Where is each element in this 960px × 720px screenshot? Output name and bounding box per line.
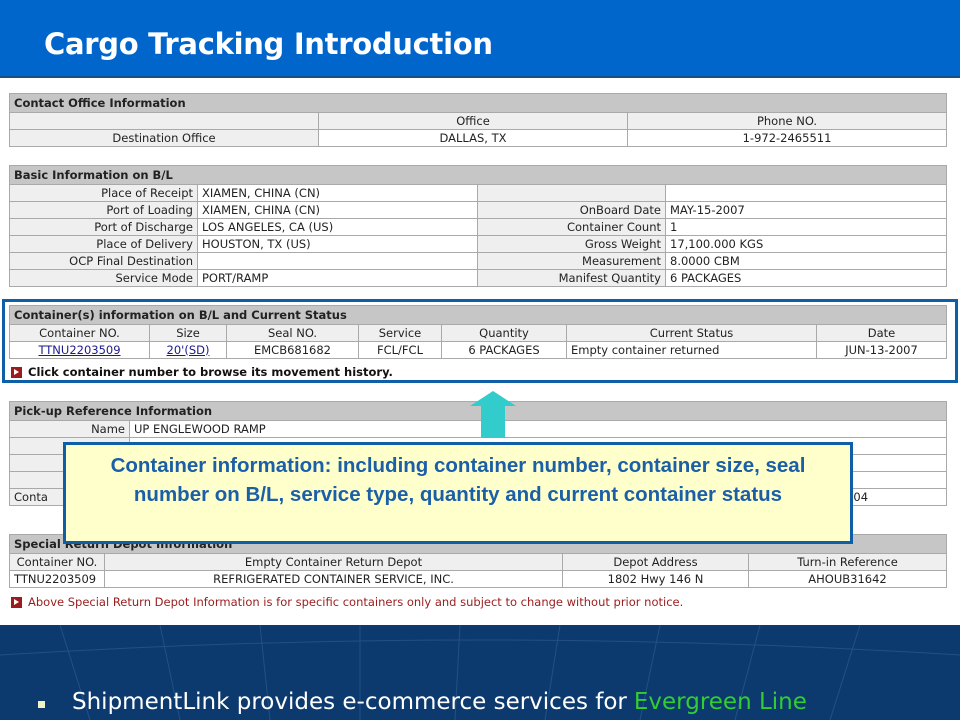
field-value: XIAMEN, CHINA (CN) bbox=[197, 201, 478, 219]
quantity: 6 PACKAGES bbox=[441, 341, 567, 359]
container-number: TTNU2203509 bbox=[9, 570, 105, 588]
column-header: Office bbox=[318, 112, 628, 130]
current-status: Empty container returned bbox=[566, 341, 817, 359]
field-label bbox=[477, 184, 666, 202]
field-label: Manifest Quantity bbox=[477, 269, 666, 287]
arrow-bullet-icon bbox=[11, 596, 22, 608]
field-label: Port of Discharge bbox=[9, 218, 198, 236]
bullet-square-icon bbox=[38, 700, 45, 708]
field-label: Port of Loading bbox=[9, 201, 198, 219]
field-label: Place of Receipt bbox=[9, 184, 198, 202]
section-title: Contact Office Information bbox=[8, 93, 948, 113]
column-header: Phone NO. bbox=[626, 112, 948, 130]
field-value: MAY-15-2007 bbox=[664, 201, 948, 219]
slide-title-bar: Cargo Tracking Introduction bbox=[0, 0, 960, 78]
depot-address: 1802 Hwy 146 N bbox=[562, 570, 749, 588]
column-header: Service bbox=[358, 324, 442, 342]
brand-name: Evergreen Line bbox=[633, 689, 807, 715]
footer-text: ShipmentLink provides e-commerce service… bbox=[72, 689, 627, 715]
field-value: LOS ANGELES, CA (US) bbox=[197, 218, 478, 236]
field-label: Container Count bbox=[477, 218, 666, 236]
callout-text: Container information: including contain… bbox=[110, 454, 806, 506]
special-return-note: Above Special Return Depot Information i… bbox=[11, 595, 683, 609]
office-value: DALLAS, TX bbox=[318, 129, 628, 147]
section-title: Container(s) information on B/L and Curr… bbox=[8, 305, 948, 325]
container-note: Click container number to browse its mov… bbox=[11, 365, 393, 379]
table-row: Place of Delivery HOUSTON, TX (US) Gross… bbox=[9, 235, 948, 253]
field-label: Measurement bbox=[477, 252, 666, 270]
table-row: Port of Discharge LOS ANGELES, CA (US) C… bbox=[9, 218, 948, 236]
turn-in-reference: AHOUB31642 bbox=[747, 570, 948, 588]
screenshot-area: Contact Office Information Office Phone … bbox=[0, 80, 960, 625]
field-label: Name bbox=[9, 420, 130, 438]
table-row: Service Mode PORT/RAMP Manifest Quantity… bbox=[9, 269, 948, 287]
column-header: Current Status bbox=[566, 324, 817, 342]
container-number-link[interactable]: TTNU2203509 bbox=[38, 343, 120, 357]
field-label: Gross Weight bbox=[477, 235, 666, 253]
field-value: 17,100.000 KGS bbox=[664, 235, 948, 253]
table-row: Place of Receipt XIAMEN, CHINA (CN) bbox=[9, 184, 948, 202]
table-row: TTNU2203509 REFRIGERATED CONTAINER SERVI… bbox=[9, 570, 948, 588]
field-label: OCP Final Destination bbox=[9, 252, 198, 270]
field-value: XIAMEN, CHINA (CN) bbox=[197, 184, 478, 202]
column-header: Depot Address bbox=[562, 553, 749, 571]
column-header: Quantity bbox=[441, 324, 567, 342]
phone-value: 1-972-2465511 bbox=[626, 129, 948, 147]
return-depot: REFRIGERATED CONTAINER SERVICE, INC. bbox=[104, 570, 563, 588]
table-row: OCP Final Destination Measurement 8.0000… bbox=[9, 252, 948, 270]
field-value bbox=[664, 184, 948, 202]
container-size-link[interactable]: 20'(SD) bbox=[167, 343, 210, 357]
service-type: FCL/FCL bbox=[358, 341, 442, 359]
slide-footer: ShipmentLink provides e-commerce service… bbox=[0, 625, 960, 720]
column-header: Container NO. bbox=[9, 324, 150, 342]
callout-box: Container information: including contain… bbox=[63, 442, 853, 544]
column-header: Container NO. bbox=[9, 553, 105, 571]
table-row: TTNU2203509 20'(SD) EMCB681682 FCL/FCL 6… bbox=[9, 341, 948, 359]
field-value: 8.0000 CBM bbox=[664, 252, 948, 270]
field-label: Service Mode bbox=[9, 269, 198, 287]
column-header: Size bbox=[149, 324, 227, 342]
footer-bullet: ShipmentLink provides e-commerce service… bbox=[38, 689, 807, 715]
table-row: Port of Loading XIAMEN, CHINA (CN) OnBoa… bbox=[9, 201, 948, 219]
field-value: HOUSTON, TX (US) bbox=[197, 235, 478, 253]
field-label: OnBoard Date bbox=[477, 201, 666, 219]
column-header: Date bbox=[815, 324, 948, 342]
field-value: 6 PACKAGES bbox=[664, 269, 948, 287]
column-header: Empty Container Return Depot bbox=[104, 553, 563, 571]
basic-info-table: Basic Information on B/L Place of Receip… bbox=[8, 165, 948, 287]
column-header: Turn-in Reference bbox=[747, 553, 948, 571]
container-table: Container(s) information on B/L and Curr… bbox=[8, 305, 948, 359]
seal-number: EMCB681682 bbox=[226, 341, 359, 359]
contact-office-table: Contact Office Information Office Phone … bbox=[8, 93, 948, 147]
section-title: Basic Information on B/L bbox=[8, 165, 948, 185]
field-value bbox=[197, 252, 478, 270]
column-header: Seal NO. bbox=[226, 324, 359, 342]
arrow-bullet-icon bbox=[11, 366, 22, 378]
column-header bbox=[9, 112, 319, 130]
field-value: UP ENGLEWOOD RAMP bbox=[128, 420, 948, 438]
field-label: Place of Delivery bbox=[9, 235, 198, 253]
up-arrow-icon bbox=[470, 391, 516, 438]
field-value: PORT/RAMP bbox=[197, 269, 478, 287]
status-date: JUN-13-2007 bbox=[815, 341, 948, 359]
slide-title: Cargo Tracking Introduction bbox=[44, 27, 493, 61]
note-text: Click container number to browse its mov… bbox=[28, 365, 393, 379]
field-value: 1 bbox=[664, 218, 948, 236]
note-text: Above Special Return Depot Information i… bbox=[28, 595, 684, 609]
row-label: Destination Office bbox=[9, 129, 319, 147]
